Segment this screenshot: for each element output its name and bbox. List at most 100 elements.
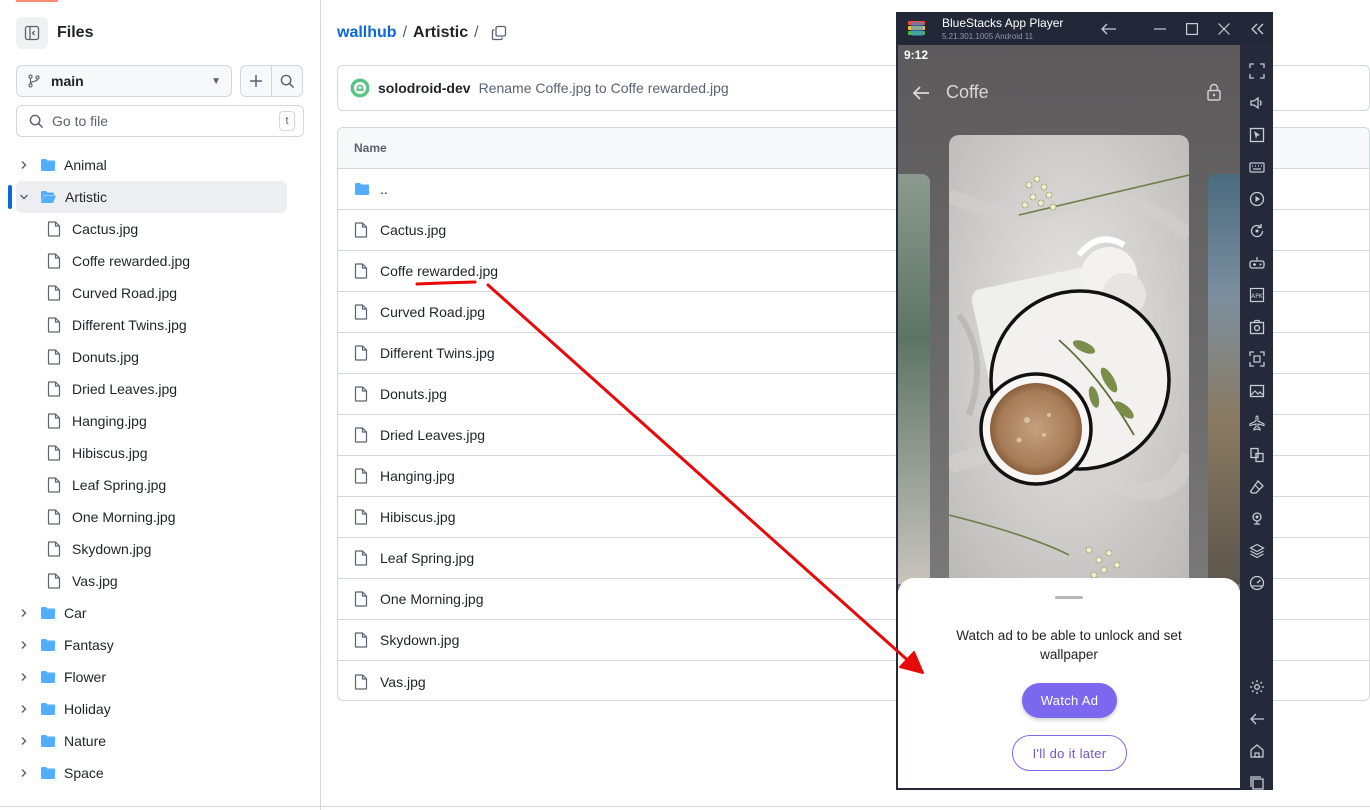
bluestacks-version: 5.21.301.1005 Android 11 (942, 32, 1034, 41)
record-icon[interactable] (1247, 349, 1267, 369)
tree-file-curved-road[interactable]: Curved Road.jpg (40, 277, 287, 309)
collapse-sidebar-button[interactable] (1246, 18, 1268, 40)
file-icon (47, 349, 61, 365)
location-icon[interactable] (1247, 509, 1267, 529)
eraser-icon[interactable] (1247, 477, 1267, 497)
tree-item-label: Coffe rewarded.jpg (72, 253, 191, 269)
wallpaper-card-coffee[interactable] (949, 135, 1189, 590)
do-it-later-button[interactable]: I'll do it later (1012, 735, 1127, 771)
play-icon[interactable] (1247, 189, 1267, 209)
chevron-right-icon[interactable] (16, 672, 32, 682)
status-bar-time: 9:12 (904, 48, 929, 62)
file-icon (47, 541, 61, 557)
layers-icon[interactable] (1247, 541, 1267, 561)
folder-icon (40, 158, 56, 172)
gallery-icon[interactable] (1247, 381, 1267, 401)
search-files-button[interactable] (271, 65, 303, 97)
tree-folder-car[interactable]: Car (16, 597, 287, 629)
gamepad-icon[interactable] (1247, 253, 1267, 273)
plus-icon (250, 75, 262, 87)
minimize-button[interactable] (1149, 18, 1171, 40)
tree-file-cactus[interactable]: Cactus.jpg (40, 213, 287, 245)
file-name-link[interactable]: Hanging.jpg (380, 468, 455, 484)
keyboard-icon[interactable] (1247, 157, 1267, 177)
tree-folder-space[interactable]: Space (16, 757, 287, 789)
file-name-link[interactable]: Donuts.jpg (380, 386, 447, 402)
avatar[interactable] (350, 78, 370, 98)
close-window-button[interactable] (1213, 18, 1235, 40)
file-icon (354, 550, 370, 566)
android-screen[interactable]: 9:12 Coffe Watch ad to be able to unlock… (898, 45, 1240, 788)
go-to-file-input[interactable] (52, 113, 272, 129)
commit-author[interactable]: solodroid-dev (378, 80, 471, 96)
next-wallpaper-card[interactable] (1208, 174, 1240, 584)
volume-icon[interactable] (1247, 93, 1267, 113)
cursor-icon[interactable] (1247, 125, 1267, 145)
tree-file-hanging[interactable]: Hanging.jpg (40, 405, 287, 437)
chevron-right-icon[interactable] (16, 768, 32, 778)
tree-folder-animal[interactable]: Animal (16, 149, 287, 181)
tree-file-one-morning[interactable]: One Morning.jpg (40, 501, 287, 533)
tree-folder-flower[interactable]: Flower (16, 661, 287, 693)
add-file-button[interactable] (240, 65, 272, 97)
chevron-right-icon[interactable] (16, 160, 32, 170)
back-arrow-icon[interactable] (912, 85, 930, 101)
bluestacks-titlebar[interactable]: BlueStacks App Player 5.21.301.1005 Andr… (896, 12, 1273, 45)
file-name-link[interactable]: One Morning.jpg (380, 591, 484, 607)
recents-icon[interactable] (1247, 773, 1267, 793)
apk-icon[interactable]: APK (1247, 285, 1267, 305)
previous-wallpaper-card[interactable] (898, 174, 930, 584)
back-icon[interactable] (1247, 709, 1267, 729)
tree-file-hibiscus[interactable]: Hibiscus.jpg (40, 437, 287, 469)
copy-path-button[interactable] (491, 25, 507, 41)
file-name-link[interactable]: Vas.jpg (380, 674, 426, 690)
branch-selector[interactable]: main ▼ (16, 65, 232, 97)
tree-file-skydown[interactable]: Skydown.jpg (40, 533, 287, 565)
file-name-link[interactable]: Leaf Spring.jpg (380, 550, 474, 566)
watch-ad-button[interactable]: Watch Ad (1022, 683, 1117, 718)
unlock-bottom-sheet: Watch ad to be able to unlock and set wa… (898, 578, 1240, 788)
home-icon[interactable] (1247, 741, 1267, 761)
chevron-right-icon[interactable] (16, 640, 32, 650)
screenshot-icon[interactable] (1247, 317, 1267, 337)
chevron-right-icon[interactable] (16, 608, 32, 618)
file-name-link[interactable]: Different Twins.jpg (380, 345, 495, 361)
rotate-sync-icon[interactable] (1247, 221, 1267, 241)
breadcrumb-repo-link[interactable]: wallhub (337, 24, 397, 42)
svg-text:APK: APK (1251, 293, 1264, 300)
file-name-link[interactable]: Skydown.jpg (380, 632, 459, 648)
tree-folder-holiday[interactable]: Holiday (16, 693, 287, 725)
speedometer-icon[interactable] (1247, 573, 1267, 593)
file-name-link[interactable]: Curved Road.jpg (380, 304, 485, 320)
maximize-button[interactable] (1181, 18, 1203, 40)
close-icon (1218, 23, 1230, 35)
tree-folder-artistic[interactable]: Artistic (16, 181, 287, 213)
tree-file-donuts[interactable]: Donuts.jpg (40, 341, 287, 373)
tree-file-vas[interactable]: Vas.jpg (40, 565, 287, 597)
tree-folder-nature[interactable]: Nature (16, 725, 287, 757)
chevron-right-icon[interactable] (16, 704, 32, 714)
tree-file-different-twins[interactable]: Different Twins.jpg (40, 309, 287, 341)
collapse-sidebar-button[interactable] (16, 17, 48, 49)
chevron-down-icon[interactable] (16, 192, 32, 202)
tree-file-coffe-rewarded[interactable]: Coffe rewarded.jpg (40, 245, 287, 277)
tree-folder-fantasy[interactable]: Fantasy (16, 629, 287, 661)
commit-message[interactable]: Rename Coffe.jpg to Coffe rewarded.jpg (479, 80, 729, 96)
tree-file-leaf-spring[interactable]: Leaf Spring.jpg (40, 469, 287, 501)
airplane-icon[interactable] (1247, 413, 1267, 433)
file-name-link[interactable]: Coffe rewarded.jpg (380, 263, 498, 279)
go-to-file-field[interactable]: t (16, 105, 304, 137)
fullscreen-icon[interactable] (1247, 61, 1267, 81)
settings-icon[interactable] (1247, 677, 1267, 697)
file-name-link[interactable]: Dried Leaves.jpg (380, 427, 485, 443)
minimize-icon (1154, 28, 1166, 30)
copy-icon[interactable] (1247, 445, 1267, 465)
file-name-link[interactable]: Cactus.jpg (380, 222, 446, 238)
sheet-drag-handle[interactable] (1055, 596, 1083, 599)
file-name-link[interactable]: .. (380, 181, 388, 197)
file-name-link[interactable]: Hibiscus.jpg (380, 509, 455, 525)
window-back-button[interactable] (1098, 18, 1120, 40)
wallpaper-preview-area: 9:12 Coffe (898, 45, 1240, 590)
tree-file-dried-leaves[interactable]: Dried Leaves.jpg (40, 373, 287, 405)
chevron-right-icon[interactable] (16, 736, 32, 746)
